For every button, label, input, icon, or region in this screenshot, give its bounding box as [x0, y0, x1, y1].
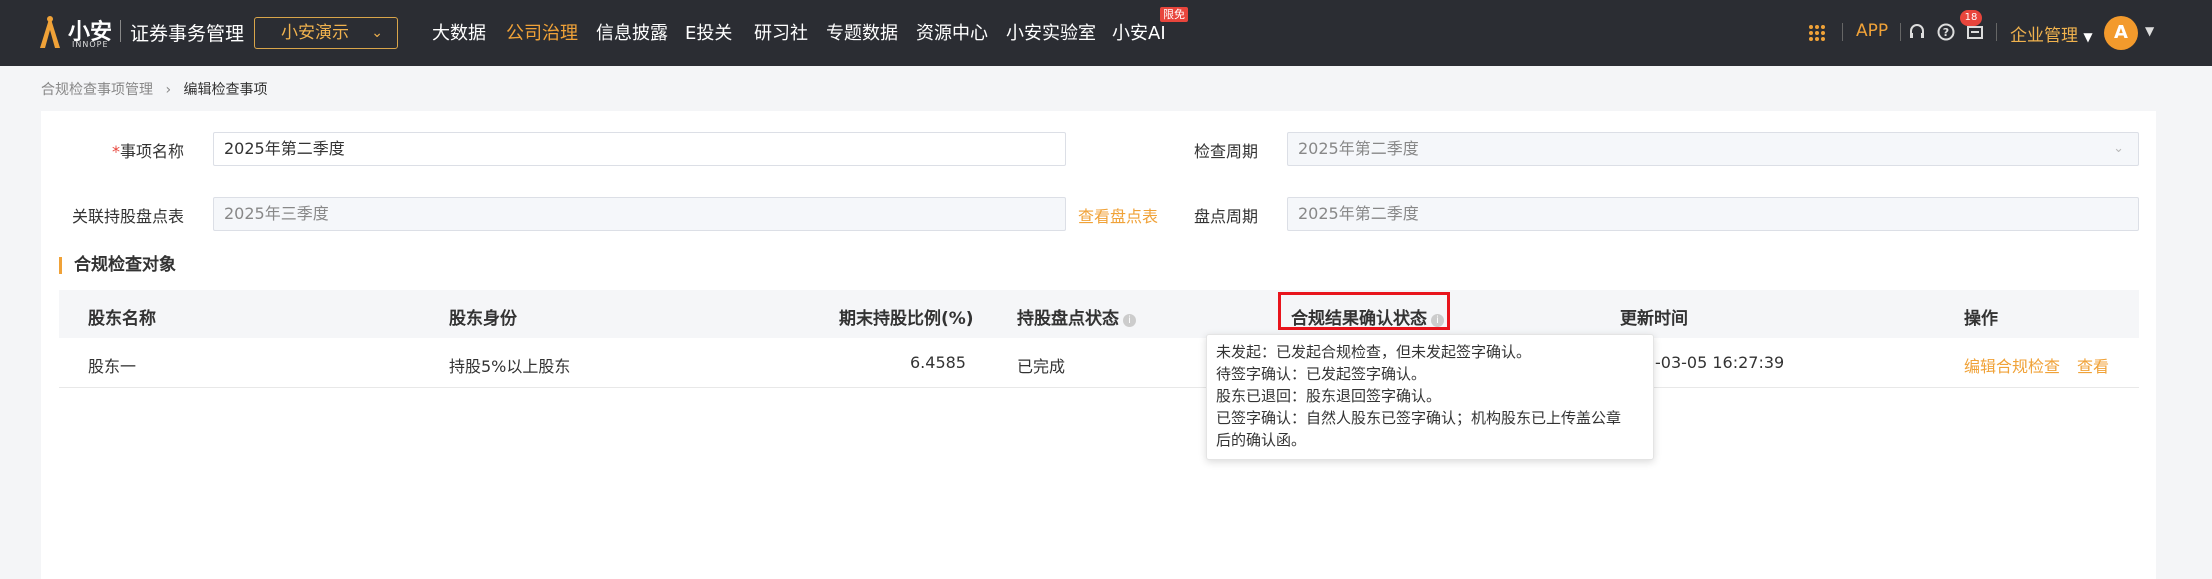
tooltip-line: 已签字确认：自然人股东已签字确认；机构股东已上传盖公章 [1216, 409, 1622, 427]
brand-divider [120, 20, 121, 42]
section-title: 合规检查对象 [59, 257, 176, 274]
status-tooltip: 未发起：已发起合规检查，但未发起签字确认。 待签字确认：已发起签字确认。 股东已… [1206, 334, 1654, 460]
divider [1900, 23, 1901, 41]
view-link[interactable]: 查看 [2077, 353, 2109, 377]
chevron-down-icon: ⌄ [371, 25, 383, 41]
org-select[interactable]: 小安演示 ⌄ [254, 17, 398, 49]
breadcrumb: 合规检查事项管理 › 编辑检查事项 [41, 79, 268, 99]
caret-down-icon: ▼ [2083, 30, 2093, 44]
headset-icon[interactable] [1908, 23, 1926, 41]
cell-ratio: 6.4585 [910, 353, 966, 372]
brand-sub: INNOPE [72, 40, 109, 49]
name-input[interactable]: 2025年第二季度 [213, 132, 1066, 166]
view-holding-link[interactable]: 查看盘点表 [1078, 203, 1158, 227]
th-count-status: 持股盘点状态 i [1017, 304, 1136, 329]
top-navigation-bar: 小安 INNOPE 证券事务管理 小安演示 ⌄ 大数据 公司治理 信息披露 E投… [0, 0, 2212, 66]
app-link[interactable]: APP [1856, 21, 1888, 41]
holding-input: 2025年三季度 [213, 197, 1066, 231]
count-period-label: 盘点周期 [1194, 207, 1259, 226]
nav-item-ai[interactable]: 小安AI [1112, 19, 1166, 45]
highlight-box [1278, 292, 1450, 330]
free-badge: 限免 [1160, 7, 1188, 22]
cell-update-time: -03-05 16:27:39 [1655, 353, 1785, 372]
chevron-right-icon: › [165, 82, 172, 98]
org-select-value: 小安演示 [281, 23, 349, 43]
th-update-time: 更新时间 [1620, 309, 1688, 329]
count-period-input: 2025年第二季度 [1287, 197, 2139, 231]
nav-item-einvestor[interactable]: E投关 [685, 19, 732, 45]
period-select-value: 2025年第二季度 [1298, 139, 1419, 158]
name-label: *事项名称 [111, 142, 184, 161]
apps-grid-icon[interactable] [1808, 24, 1826, 42]
period-select[interactable]: 2025年第二季度 ⌄ [1287, 132, 2139, 166]
cell-identity: 持股5%以上股东 [449, 357, 571, 376]
tooltip-line: 后的确认函。 [1216, 431, 1307, 449]
th-holding-ratio: 期末持股比例(%) [839, 309, 974, 329]
tooltip-line: 未发起：已发起合规检查，但未发起签字确认。 [1216, 343, 1532, 361]
table-row: 股东一 持股5%以上股东 6.4585 已完成 -03-05 16:27:39 … [59, 338, 2139, 388]
cell-count-status: 已完成 [1017, 357, 1066, 376]
nav-item-academy[interactable]: 研习社 [754, 19, 808, 45]
breadcrumb-parent[interactable]: 合规检查事项管理 [41, 82, 153, 98]
nav-item-lab[interactable]: 小安实验室 [1006, 19, 1096, 45]
nav-item-disclosure[interactable]: 信息披露 [596, 19, 668, 45]
breadcrumb-current: 编辑检查事项 [183, 82, 268, 98]
nav-item-governance[interactable]: 公司治理 [506, 19, 578, 45]
system-title: 证券事务管理 [130, 23, 245, 45]
svg-text:?: ? [1943, 26, 1949, 39]
notification-count-badge: 18 [1960, 10, 1982, 26]
nav-item-resources[interactable]: 资源中心 [916, 19, 988, 45]
nav-item-bigdata[interactable]: 大数据 [432, 19, 486, 45]
edit-compliance-link[interactable]: 编辑合规检查 [1964, 353, 2060, 377]
company-menu[interactable]: 企业管理 ▼ [2010, 21, 2093, 46]
period-label: 检查周期 [1194, 142, 1259, 161]
th-count-status-label: 持股盘点状态 [1017, 309, 1119, 329]
tooltip-line: 待签字确认：已发起签字确认。 [1216, 365, 1427, 383]
table-header: 股东名称 股东身份 期末持股比例(%) 持股盘点状态 i 合规结果确认状态 i 更新… [59, 290, 2139, 338]
th-shareholder-identity: 股东身份 [449, 309, 517, 329]
tooltip-line: 股东已退回：股东退回签字确认。 [1216, 387, 1442, 405]
holding-label: 关联持股盘点表 [72, 207, 185, 226]
cell-shareholder-name: 股东一 [88, 357, 137, 376]
caret-down-icon[interactable]: ▼ [2145, 24, 2154, 38]
chevron-down-icon: ⌄ [2113, 141, 2124, 156]
th-shareholder-name: 股东名称 [88, 309, 156, 329]
info-icon[interactable]: i [1123, 314, 1136, 327]
logo-icon [40, 16, 60, 48]
divider [1996, 23, 1997, 41]
help-icon[interactable]: ? [1937, 23, 1955, 41]
th-actions: 操作 [1964, 309, 1998, 329]
avatar[interactable]: A [2104, 16, 2138, 50]
name-label-text: 事项名称 [119, 142, 184, 161]
nav-item-topic-data[interactable]: 专题数据 [826, 19, 898, 45]
divider [1842, 23, 1843, 41]
company-menu-label: 企业管理 [2010, 26, 2078, 46]
